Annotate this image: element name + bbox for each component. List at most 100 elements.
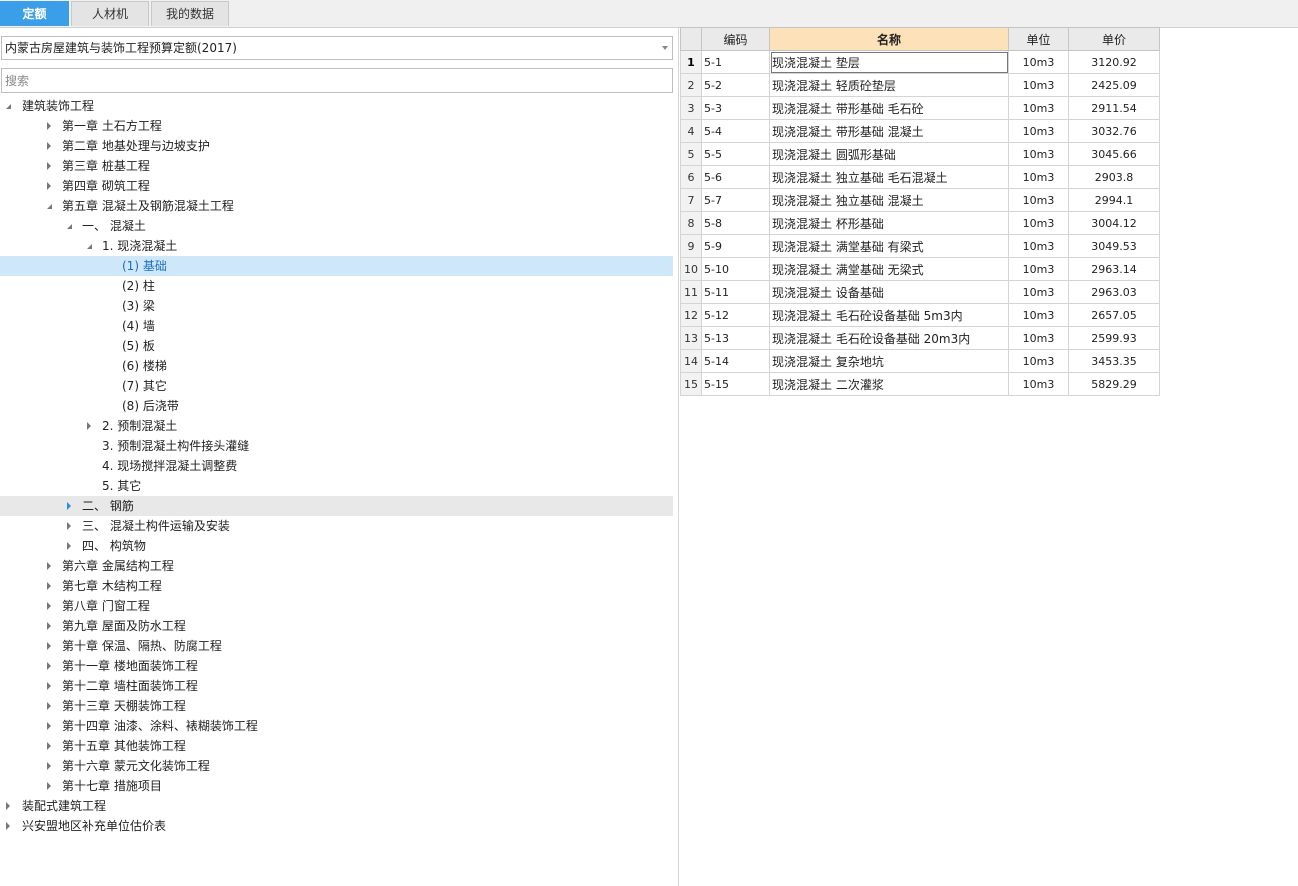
cell-price[interactable]: 3004.12 xyxy=(1068,211,1160,235)
table-row[interactable]: 4 5-4 现浇混凝土 带形基础 混凝土 10m3 3032.76 xyxy=(680,119,1160,143)
row-number[interactable]: 9 xyxy=(680,234,702,258)
row-number[interactable]: 2 xyxy=(680,73,702,97)
cell-code[interactable]: 5-14 xyxy=(701,349,770,373)
cell-code[interactable]: 5-1 xyxy=(701,50,770,74)
cell-price[interactable]: 2911.54 xyxy=(1068,96,1160,120)
expanded-triangle-icon[interactable] xyxy=(67,224,72,229)
cell-name[interactable]: 现浇混凝土 设备基础 xyxy=(769,280,1009,304)
cell-name[interactable]: 现浇混凝土 杯形基础 xyxy=(769,211,1009,235)
tree-node[interactable]: 二、 钢筋 xyxy=(0,496,673,516)
cell-price[interactable]: 2599.93 xyxy=(1068,326,1160,350)
cell-unit[interactable]: 10m3 xyxy=(1008,372,1069,396)
cell-name[interactable]: 现浇混凝土 满堂基础 有梁式 xyxy=(769,234,1009,258)
tree-node[interactable]: 第三章 桩基工程 xyxy=(0,156,673,176)
cell-code[interactable]: 5-7 xyxy=(701,188,770,212)
cell-price[interactable]: 3045.66 xyxy=(1068,142,1160,166)
collapsed-triangle-icon[interactable] xyxy=(47,682,51,690)
tree-node[interactable]: 一、 混凝土 xyxy=(0,216,673,236)
tree-node[interactable]: (7) 其它 xyxy=(0,376,673,396)
collapsed-triangle-icon[interactable] xyxy=(47,702,51,710)
cell-name[interactable]: 现浇混凝土 带形基础 混凝土 xyxy=(769,119,1009,143)
cell-code[interactable]: 5-13 xyxy=(701,326,770,350)
cell-price[interactable]: 2963.14 xyxy=(1068,257,1160,281)
collapsed-triangle-icon[interactable] xyxy=(67,522,71,530)
cell-price[interactable]: 3049.53 xyxy=(1068,234,1160,258)
collapsed-triangle-icon[interactable] xyxy=(47,782,51,790)
row-number[interactable]: 5 xyxy=(680,142,702,166)
row-number[interactable]: 11 xyxy=(680,280,702,304)
table-row[interactable]: 1 5-1 现浇混凝土 垫层 10m3 3120.92 xyxy=(680,50,1160,74)
row-number[interactable]: 8 xyxy=(680,211,702,235)
tree-node[interactable]: 装配式建筑工程 xyxy=(0,796,673,816)
table-row[interactable]: 6 5-6 现浇混凝土 独立基础 毛石混凝土 10m3 2903.8 xyxy=(680,165,1160,189)
tree-node[interactable]: 第一章 土石方工程 xyxy=(0,116,673,136)
tree-node[interactable]: (4) 墙 xyxy=(0,316,673,336)
tree-node[interactable]: 第十四章 油漆、涂料、裱糊装饰工程 xyxy=(0,716,673,736)
table-row[interactable]: 2 5-2 现浇混凝土 轻质砼垫层 10m3 2425.09 xyxy=(680,73,1160,97)
collapsed-triangle-icon[interactable] xyxy=(47,602,51,610)
collapsed-triangle-icon[interactable] xyxy=(47,142,51,150)
cell-unit[interactable]: 10m3 xyxy=(1008,303,1069,327)
collapsed-triangle-icon[interactable] xyxy=(67,542,71,550)
tree-node[interactable]: 四、 构筑物 xyxy=(0,536,673,556)
tree-node[interactable]: (3) 梁 xyxy=(0,296,673,316)
row-number[interactable]: 14 xyxy=(680,349,702,373)
tree-node[interactable]: 4. 现场搅拌混凝土调整费 xyxy=(0,456,673,476)
tree-node[interactable]: 兴安盟地区补充单位估价表 xyxy=(0,816,673,836)
collapsed-triangle-icon[interactable] xyxy=(47,182,51,190)
cell-code[interactable]: 5-11 xyxy=(701,280,770,304)
quota-library-select[interactable]: 内蒙古房屋建筑与装饰工程预算定额(2017) xyxy=(1,36,673,60)
cell-price[interactable]: 2657.05 xyxy=(1068,303,1160,327)
cell-code[interactable]: 5-4 xyxy=(701,119,770,143)
tab-quota[interactable]: 定额 xyxy=(0,1,69,26)
cell-name[interactable]: 现浇混凝土 独立基础 毛石混凝土 xyxy=(769,165,1009,189)
collapsed-triangle-icon[interactable] xyxy=(47,742,51,750)
cell-code[interactable]: 5-9 xyxy=(701,234,770,258)
cell-unit[interactable]: 10m3 xyxy=(1008,349,1069,373)
cell-code[interactable]: 5-8 xyxy=(701,211,770,235)
collapsed-triangle-icon[interactable] xyxy=(47,722,51,730)
cell-price[interactable]: 5829.29 xyxy=(1068,372,1160,396)
table-row[interactable]: 14 5-14 现浇混凝土 复杂地坑 10m3 3453.35 xyxy=(680,349,1160,373)
table-row[interactable]: 7 5-7 现浇混凝土 独立基础 混凝土 10m3 2994.1 xyxy=(680,188,1160,212)
table-row[interactable]: 12 5-12 现浇混凝土 毛石砼设备基础 5m3内 10m3 2657.05 xyxy=(680,303,1160,327)
cell-unit[interactable]: 10m3 xyxy=(1008,50,1069,74)
cell-price[interactable]: 2425.09 xyxy=(1068,73,1160,97)
cell-code[interactable]: 5-15 xyxy=(701,372,770,396)
row-number[interactable]: 10 xyxy=(680,257,702,281)
tree-node[interactable]: 第十章 保温、隔热、防腐工程 xyxy=(0,636,673,656)
tree-node[interactable]: 第十五章 其他装饰工程 xyxy=(0,736,673,756)
collapsed-triangle-icon[interactable] xyxy=(47,762,51,770)
tree-node[interactable]: 第十三章 天棚装饰工程 xyxy=(0,696,673,716)
table-row[interactable]: 13 5-13 现浇混凝土 毛石砼设备基础 20m3内 10m3 2599.93 xyxy=(680,326,1160,350)
cell-unit[interactable]: 10m3 xyxy=(1008,326,1069,350)
collapsed-triangle-icon[interactable] xyxy=(6,822,10,830)
cell-name[interactable]: 现浇混凝土 二次灌浆 xyxy=(769,372,1009,396)
collapsed-triangle-icon[interactable] xyxy=(47,642,51,650)
tab-labor-material-machine[interactable]: 人材机 xyxy=(71,1,149,26)
collapsed-triangle-icon[interactable] xyxy=(47,162,51,170)
tree-node[interactable]: 3. 预制混凝土构件接头灌缝 xyxy=(0,436,673,456)
table-row[interactable]: 15 5-15 现浇混凝土 二次灌浆 10m3 5829.29 xyxy=(680,372,1160,396)
search-input[interactable] xyxy=(1,68,673,93)
expanded-triangle-icon[interactable] xyxy=(47,204,52,209)
cell-unit[interactable]: 10m3 xyxy=(1008,73,1069,97)
expanded-triangle-icon[interactable] xyxy=(87,244,92,249)
tree-node[interactable]: 第七章 木结构工程 xyxy=(0,576,673,596)
cell-unit[interactable]: 10m3 xyxy=(1008,119,1069,143)
cell-name[interactable]: 现浇混凝土 带形基础 毛石砼 xyxy=(769,96,1009,120)
cell-price[interactable]: 2903.8 xyxy=(1068,165,1160,189)
cell-code[interactable]: 5-2 xyxy=(701,73,770,97)
collapsed-triangle-icon[interactable] xyxy=(87,422,91,430)
column-header-name[interactable]: 名称 xyxy=(769,27,1009,51)
cell-unit[interactable]: 10m3 xyxy=(1008,234,1069,258)
cell-code[interactable]: 5-10 xyxy=(701,257,770,281)
row-number[interactable]: 7 xyxy=(680,188,702,212)
cell-name[interactable]: 现浇混凝土 满堂基础 无梁式 xyxy=(769,257,1009,281)
tree-node[interactable]: 第二章 地基处理与边坡支护 xyxy=(0,136,673,156)
tree-node[interactable]: 第四章 砌筑工程 xyxy=(0,176,673,196)
cell-unit[interactable]: 10m3 xyxy=(1008,257,1069,281)
tree-node[interactable]: 2. 预制混凝土 xyxy=(0,416,673,436)
cell-price[interactable]: 2963.03 xyxy=(1068,280,1160,304)
tree-node[interactable]: 第十二章 墙柱面装饰工程 xyxy=(0,676,673,696)
